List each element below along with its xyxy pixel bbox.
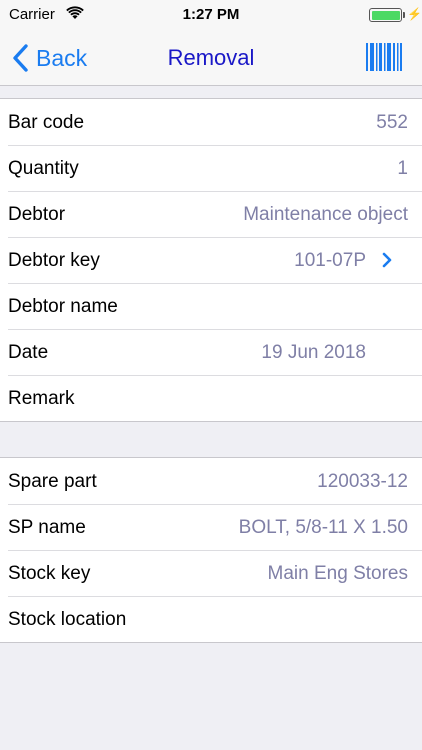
row-label: Debtor key bbox=[8, 250, 100, 271]
row-spare-part: Spare part 120033-12 bbox=[0, 458, 422, 504]
row-value: 19 Jun 2018 bbox=[261, 342, 366, 363]
row-stock-location: Stock location bbox=[0, 596, 422, 642]
row-value: Maintenance object bbox=[243, 204, 408, 225]
navigation-bar: Back Removal bbox=[0, 30, 422, 86]
row-date[interactable]: Date 19 Jun 2018 bbox=[0, 329, 422, 375]
row-value: 101-07P bbox=[294, 250, 366, 271]
page-title: Removal bbox=[167, 45, 255, 70]
row-label: SP name bbox=[8, 517, 86, 538]
row-remark[interactable]: Remark bbox=[0, 375, 422, 421]
battery-level bbox=[371, 10, 400, 20]
row-bar-code: Bar code 552 bbox=[0, 99, 422, 145]
status-bar: Carrier 1:27 PM ⚡ bbox=[0, 0, 422, 30]
row-label: Debtor name bbox=[8, 296, 118, 317]
chevron-right-icon[interactable] bbox=[382, 252, 392, 268]
row-label: Remark bbox=[8, 388, 75, 409]
row-label: Date bbox=[8, 342, 49, 363]
row-value: BOLT, 5/8-11 X 1.50 bbox=[238, 517, 408, 538]
removal-details-section: Bar code 552 Quantity 1 Debtor Maintenan… bbox=[0, 98, 422, 422]
row-label: Debtor bbox=[8, 204, 66, 225]
row-value: 1 bbox=[397, 158, 408, 179]
row-label: Stock location bbox=[8, 609, 127, 630]
row-stock-key: Stock key Main Eng Stores bbox=[0, 550, 422, 596]
barcode-icon[interactable] bbox=[366, 43, 402, 71]
row-value: 552 bbox=[376, 112, 408, 133]
row-value: 120033-12 bbox=[317, 471, 408, 492]
status-time: 1:27 PM bbox=[182, 6, 240, 23]
battery-icon bbox=[369, 8, 402, 22]
row-debtor: Debtor Maintenance object bbox=[0, 191, 422, 237]
row-label: Quantity bbox=[8, 158, 79, 179]
row-label: Stock key bbox=[8, 563, 91, 584]
row-label: Spare part bbox=[8, 471, 97, 492]
row-debtor-key[interactable]: Debtor key 101-07P bbox=[0, 237, 422, 283]
row-quantity: Quantity 1 bbox=[0, 145, 422, 191]
row-label: Bar code bbox=[8, 112, 85, 133]
charging-bolt-icon: ⚡ bbox=[407, 7, 422, 21]
row-debtor-name: Debtor name bbox=[0, 283, 422, 329]
spare-part-section: Spare part 120033-12 SP name BOLT, 5/8-1… bbox=[0, 457, 422, 643]
row-value: Main Eng Stores bbox=[267, 563, 408, 584]
row-sp-name: SP name BOLT, 5/8-11 X 1.50 bbox=[0, 504, 422, 550]
battery-tip bbox=[403, 12, 405, 18]
